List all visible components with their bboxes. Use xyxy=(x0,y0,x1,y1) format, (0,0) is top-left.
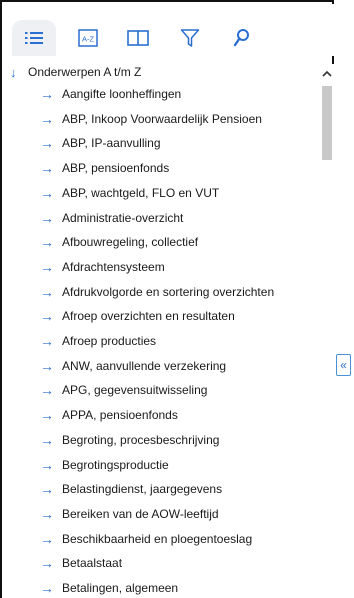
tree-item[interactable]: → Afroep producties xyxy=(40,329,156,353)
tree-root[interactable]: ↓ Onderwerpen A t/m Z xyxy=(10,61,141,83)
tree-item-label: Aangifte loonheffingen xyxy=(62,87,182,101)
tree-item[interactable]: → Betalingen, algemeen xyxy=(40,576,178,598)
arrow-right-icon: → xyxy=(40,530,54,547)
arrow-right-icon: → xyxy=(40,86,54,102)
tree-item-label: Belastingdienst, jaargegevens xyxy=(62,482,223,497)
arrow-right-icon: → xyxy=(40,456,54,473)
filter-icon xyxy=(180,29,200,47)
topic-tree: ↓ Onderwerpen A t/m Z → Aangifte loonheff… xyxy=(4,56,320,598)
arrow-right-icon: → xyxy=(40,431,54,448)
tab-search[interactable] xyxy=(220,20,264,56)
book-icon xyxy=(127,30,149,46)
arrow-right-icon: → xyxy=(40,481,54,498)
tab-filter[interactable] xyxy=(168,20,212,56)
arrow-right-icon: → xyxy=(40,283,54,300)
tree-item[interactable]: → ANW, aanvullende verzekering xyxy=(40,354,226,378)
tree-item[interactable]: → APG, gegevensuitwisseling xyxy=(40,378,207,402)
tree-item-label: Begrotingsproductie xyxy=(62,457,169,472)
tree-item-label: ABP, wachtgeld, FLO en VUT xyxy=(62,185,220,200)
tab-index[interactable]: A-Z xyxy=(66,20,110,56)
tree-item[interactable]: → ABP, wachtgeld, FLO en VUT xyxy=(40,181,219,205)
tree-item-label: Beschikbaarheid en ploegentoeslag xyxy=(62,531,253,546)
tree-item-label: Afroep producties xyxy=(62,334,157,348)
tree-item[interactable]: → Bereiken van de AOW-leeftijd xyxy=(40,502,219,526)
tree-item[interactable]: → Begrotingsproductie xyxy=(40,453,169,477)
arrow-right-icon: → xyxy=(40,209,54,226)
arrow-right-icon: → xyxy=(40,333,54,349)
tree-item-label: ABP, Inkoop Voorwaardelijk Pensioen xyxy=(62,111,262,126)
arrow-right-icon: → xyxy=(40,357,54,374)
tree-item[interactable]: → Afdrachtensysteem xyxy=(40,255,165,279)
tree-item[interactable]: → Afroep overzichten en resultaten xyxy=(40,304,235,328)
arrow-right-icon: → xyxy=(40,308,54,325)
tree-item-label: Afdrukvolgorde en sortering overzichten xyxy=(62,284,275,299)
arrow-right-icon: → xyxy=(40,160,54,177)
arrow-right-icon: → xyxy=(40,407,54,424)
tree-item[interactable]: → Aangifte loonheffingen xyxy=(40,82,181,106)
arrow-right-icon: → xyxy=(40,135,54,152)
tree-item-label: APPA, pensioenfonds xyxy=(62,408,178,423)
tree-item[interactable]: → APPA, pensioenfonds xyxy=(40,403,178,427)
search-icon xyxy=(233,29,249,47)
tree-item-label: Betalingen, algemeen xyxy=(62,581,179,595)
tree-item[interactable]: → Administratie-overzicht xyxy=(40,206,183,230)
tree-item-label: Betaalstaat xyxy=(62,556,123,571)
arrow-right-icon: → xyxy=(40,505,54,522)
tree-item[interactable]: → Afbouwregeling, collectief xyxy=(40,230,198,254)
chevron-up-icon xyxy=(322,70,332,77)
tree-item[interactable]: → ABP, Inkoop Voorwaardelijk Pensioen xyxy=(40,107,262,131)
tree-item-label: ABP, IP-aanvulling xyxy=(62,136,161,151)
tree-item-label: Administratie-overzicht xyxy=(62,210,184,225)
svg-text:A-Z: A-Z xyxy=(82,35,95,44)
scroll-thumb[interactable] xyxy=(322,86,332,160)
arrow-right-icon: → xyxy=(40,234,54,251)
arrow-right-icon: → xyxy=(40,382,54,399)
list-icon xyxy=(25,32,43,44)
tree-item[interactable]: → Afdrukvolgorde en sortering overzichten xyxy=(40,280,274,304)
tab-contents[interactable] xyxy=(12,20,56,56)
tree-item-label: Afbouwregeling, collectief xyxy=(62,235,199,250)
arrow-down-icon: ↓ xyxy=(10,64,17,80)
tree-item-label: Afdrachtensysteem xyxy=(62,259,165,274)
tree-item[interactable]: → Betaalstaat xyxy=(40,551,122,575)
arrow-right-icon: → xyxy=(40,110,54,127)
a-z-icon: A-Z xyxy=(78,29,98,47)
tree-item-label: ABP, pensioenfonds xyxy=(62,161,170,176)
scroll-up-button[interactable] xyxy=(320,64,334,82)
tree-item-label: Afroep overzichten en resultaten xyxy=(62,309,235,324)
tab-bar: A-Z xyxy=(4,4,334,56)
tree-item-label: Begroting, procesbeschrijving xyxy=(62,432,220,447)
tree-root-label: Onderwerpen A t/m Z xyxy=(28,65,142,79)
tree-item-label: Bereiken van de AOW-leeftijd xyxy=(62,506,219,521)
arrow-right-icon: → xyxy=(40,580,54,596)
tree-item[interactable]: → ABP, IP-aanvulling xyxy=(40,131,161,155)
tree-item[interactable]: → Beschikbaarheid en ploegentoeslag xyxy=(40,527,252,551)
arrow-right-icon: → xyxy=(40,184,54,201)
tree-item-label: APG, gegevensuitwisseling xyxy=(62,383,208,398)
scrollbar[interactable] xyxy=(320,64,334,598)
tree-item-label: ANW, aanvullende verzekering xyxy=(62,358,227,373)
tree-item[interactable]: → Belastingdienst, jaargegevens xyxy=(40,477,222,501)
arrow-right-icon: → xyxy=(40,258,54,275)
tree-item[interactable]: → Begroting, procesbeschrijving xyxy=(40,428,219,452)
arrow-right-icon: → xyxy=(40,555,54,572)
double-chevron-left-icon: « xyxy=(340,358,347,372)
collapse-panel-button[interactable]: « xyxy=(336,354,351,376)
tree-item[interactable]: → ABP, pensioenfonds xyxy=(40,156,169,180)
navigation-panel: A-Z ↓ Onderwerpen A t/m Z → Aangifte loo… xyxy=(0,0,334,598)
tab-book[interactable] xyxy=(116,20,160,56)
